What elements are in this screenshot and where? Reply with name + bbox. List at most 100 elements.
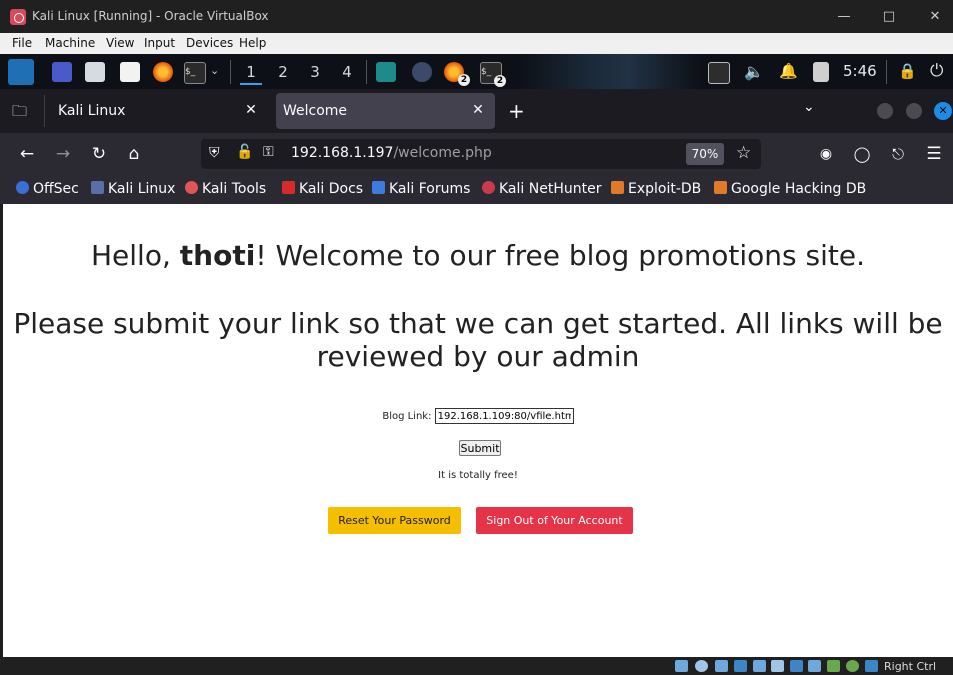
maximize-icon[interactable]: □ [877, 5, 901, 29]
forward-arrow-icon[interactable]: → [50, 141, 76, 167]
url-text[interactable]: 192.168.1.197/welcome.php [291, 145, 492, 161]
panel-wallpaper-strip [520, 54, 700, 89]
zoom-level-button[interactable]: 70% [686, 143, 724, 165]
usb-icon[interactable] [753, 660, 766, 672]
panel-clock[interactable]: 5:46 [843, 62, 877, 80]
recording-icon[interactable] [808, 660, 821, 672]
bookmark-label: Kali NetHunter [499, 181, 602, 197]
menu-view[interactable]: View [106, 36, 134, 50]
welcome-heading: Hello, thoti! Welcome to our free blog p… [3, 239, 953, 272]
window-count-badge: 2 [494, 75, 506, 87]
display-icon[interactable] [708, 62, 730, 84]
hard-disk-icon[interactable] [675, 660, 688, 672]
bookmark-star-icon[interactable]: ☆ [736, 143, 751, 163]
terminal-window-icon[interactable]: $_ 2 [480, 62, 506, 87]
notification-bell-icon[interactable]: 🔔 [779, 62, 798, 80]
workspace-2[interactable]: 2 [272, 61, 294, 83]
firefox-window-icon[interactable]: 2 [444, 62, 470, 86]
terminal-launcher-icon[interactable]: $_ [184, 62, 206, 84]
minimize-icon[interactable]: — [832, 5, 856, 29]
display-status-icon[interactable] [790, 660, 803, 672]
url-path: /welcome.php [393, 145, 492, 161]
tab-list-icon[interactable]: 🗀 [12, 101, 32, 120]
close-icon[interactable]: ✕ [923, 5, 947, 29]
workspace-4[interactable]: 4 [336, 61, 358, 83]
desktop-icon[interactable] [52, 62, 72, 82]
bookmark-offsec[interactable]: OffSec [16, 181, 79, 197]
free-notice: It is totally free! [438, 470, 518, 481]
firefox-nav-bar: ← → ↻ ⌂ ⛨ 🔓 ⚿ 192.168.1.197/welcome.php … [0, 133, 953, 175]
url-bar[interactable]: ⛨ 🔓 ⚿ 192.168.1.197/welcome.php 70% ☆ [201, 139, 761, 169]
menu-devices[interactable]: Devices [186, 36, 233, 50]
bookmark-kali-tools[interactable]: Kali Tools [185, 181, 266, 197]
menu-file[interactable]: File [12, 36, 32, 50]
reload-icon[interactable]: ↻ [86, 141, 112, 167]
reset-password-button[interactable]: Reset Your Password [328, 507, 461, 534]
bookmark-label: Kali Linux [108, 181, 176, 197]
cpu-icon[interactable] [827, 660, 840, 672]
keyboard-icon[interactable] [865, 660, 878, 672]
key-icon[interactable]: ⚿ [263, 144, 274, 160]
extensions-icon[interactable]: ⎋ [885, 141, 911, 167]
pocket-icon[interactable]: ◉ [813, 141, 839, 167]
shield-icon[interactable]: ⛨ [209, 145, 220, 161]
back-arrow-icon[interactable]: ← [14, 141, 40, 167]
tab-welcome[interactable]: Welcome ✕ [276, 93, 495, 129]
workspace-3[interactable]: 3 [304, 61, 326, 83]
greeting-prefix: Hello, [91, 239, 180, 272]
workspace-1[interactable]: 1 [240, 61, 262, 85]
bookmark-kali-docs[interactable]: Kali Docs [282, 181, 363, 197]
close-window-icon[interactable]: ✕ [934, 102, 952, 120]
audio-icon[interactable] [715, 660, 728, 672]
menu-machine[interactable]: Machine [45, 36, 95, 50]
bookmark-label: Kali Docs [299, 181, 364, 197]
optical-drive-icon[interactable] [695, 660, 708, 672]
bookmark-exploit-db[interactable]: Exploit-DB [611, 181, 701, 197]
blog-link-input[interactable] [434, 408, 574, 424]
shared-folders-icon[interactable] [771, 660, 784, 672]
sign-out-button[interactable]: Sign Out of Your Account [476, 507, 633, 534]
bookmark-google-hacking-db[interactable]: Google Hacking DB [714, 181, 866, 197]
mouse-integration-icon[interactable] [846, 660, 859, 672]
kali-tools-icon [185, 181, 198, 194]
app-window-icon[interactable] [376, 62, 396, 82]
file-manager-icon[interactable] [85, 62, 105, 82]
panel-divider [886, 60, 887, 84]
menu-input[interactable]: Input [144, 36, 175, 50]
text-editor-icon[interactable] [120, 62, 140, 82]
lock-icon[interactable]: 🔒 [898, 62, 917, 80]
insecure-lock-icon[interactable]: 🔓 [236, 144, 253, 160]
offsec-icon [16, 181, 29, 194]
bookmark-label: Kali Forums [389, 181, 471, 197]
bookmark-kali-linux[interactable]: Kali Linux [91, 181, 175, 197]
kali-menu-icon[interactable] [8, 59, 34, 85]
panel-divider [230, 60, 231, 84]
bookmark-label: Exploit-DB [628, 181, 702, 197]
list-all-tabs-chevron-icon[interactable]: ⌄ [803, 99, 815, 115]
virtualbox-logo-icon [10, 9, 26, 25]
bookmark-kali-forums[interactable]: Kali Forums [372, 181, 470, 197]
chevron-down-icon[interactable]: ⌄ [210, 64, 219, 77]
app-window-icon[interactable] [412, 62, 432, 82]
minimize-window-icon[interactable] [877, 103, 893, 119]
firefox-launcher-icon[interactable] [153, 62, 173, 82]
menu-help[interactable]: Help [239, 36, 266, 50]
clipboard-icon[interactable] [813, 62, 829, 82]
submit-instructions: Please submit your link so that we can g… [13, 307, 943, 373]
submit-button[interactable]: Submit [459, 440, 501, 456]
new-tab-icon[interactable]: + [508, 99, 528, 123]
maximize-window-icon[interactable] [906, 103, 922, 119]
power-icon[interactable]: ⏻ [930, 61, 943, 81]
network-icon[interactable] [734, 660, 747, 672]
bookmark-kali-nethunter[interactable]: Kali NetHunter [482, 181, 601, 197]
close-tab-icon[interactable]: ✕ [242, 101, 260, 119]
account-icon[interactable]: ◯ [849, 141, 875, 167]
volume-icon[interactable]: 🔈 [744, 62, 764, 81]
tab-kali-linux[interactable]: Kali Linux ✕ [46, 93, 268, 129]
bookmarks-toolbar: OffSec Kali Linux Kali Tools Kali Docs K… [0, 175, 953, 204]
ghdb-icon [714, 181, 727, 194]
hamburger-menu-icon[interactable]: ☰ [921, 141, 947, 167]
close-tab-icon[interactable]: ✕ [469, 101, 487, 119]
home-icon[interactable]: ⌂ [121, 141, 147, 167]
bookmark-label: OffSec [33, 181, 79, 197]
